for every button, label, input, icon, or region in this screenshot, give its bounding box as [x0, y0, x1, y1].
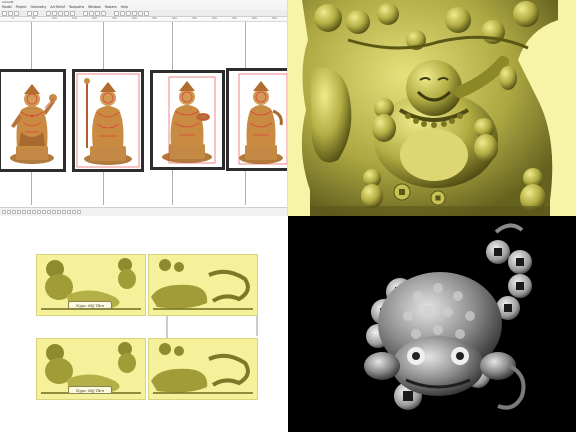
layer-icon[interactable]: [77, 210, 81, 214]
menu-item-model[interactable]: Model: [2, 5, 12, 10]
tool-icon[interactable]: [138, 10, 143, 16]
ruler-label: 450: [192, 16, 197, 20]
layer-icon[interactable]: [2, 210, 6, 214]
ruler-label: 550: [232, 16, 237, 20]
rotate-icon[interactable]: [64, 10, 69, 16]
ruler-label: 500: [212, 16, 217, 20]
tool-icon[interactable]: [144, 10, 149, 16]
layer-icon[interactable]: [37, 210, 41, 214]
ruler-label: 650: [272, 16, 277, 20]
new-file-icon[interactable]: [2, 10, 7, 16]
buddha-relief-render: [288, 0, 576, 216]
design-canvas[interactable]: [0, 22, 287, 205]
statue-image[interactable]: [0, 69, 66, 172]
ruler-label: 150: [72, 16, 77, 20]
boat-scene-relief: [149, 255, 257, 315]
layer-icon[interactable]: [52, 210, 56, 214]
ruler-label: 0: [12, 16, 14, 20]
boat-scene-relief: [149, 339, 257, 399]
bottom-toolbar: [0, 207, 287, 216]
layer-icon[interactable]: [12, 210, 16, 214]
ruler-label: 200: [92, 16, 97, 20]
menu-item-art-relief[interactable]: Art Relief: [50, 5, 65, 10]
ruler-label: 100: [52, 16, 57, 20]
statue-image[interactable]: [150, 70, 225, 170]
ruler-label: 50: [32, 16, 36, 20]
cad-window: ArtCAM Model Project Geometry Art Relief…: [0, 0, 288, 216]
ruler-label: 600: [252, 16, 257, 20]
guardian-statue-image: [229, 71, 287, 168]
guardian-statue-image: [153, 73, 222, 167]
relief-panel[interactable]: [148, 338, 258, 400]
guardian-statue-image: [75, 72, 141, 169]
layer-icon[interactable]: [67, 210, 71, 214]
layer-icon[interactable]: [22, 210, 26, 214]
menu-item-toolpaths[interactable]: Toolpaths: [69, 5, 84, 10]
tool-icon[interactable]: [120, 10, 125, 16]
zoom-icon[interactable]: [46, 10, 51, 16]
relief-panel[interactable]: [148, 254, 258, 316]
ruler-label: 350: [152, 16, 157, 20]
money-toad-greyscale: [288, 216, 576, 432]
relief-layout-sheet: Ngọc Mỹ Tâm Ngọc Mỹ Tâm: [0, 216, 288, 432]
select-icon[interactable]: [52, 10, 57, 16]
statue-image[interactable]: [226, 68, 287, 171]
layer-icon[interactable]: [72, 210, 76, 214]
tool-icon[interactable]: [114, 10, 119, 16]
layer-icon[interactable]: [47, 210, 51, 214]
layer-icon[interactable]: [7, 210, 11, 214]
open-icon[interactable]: [8, 10, 13, 16]
ruler-label: 300: [132, 16, 137, 20]
layer-icon[interactable]: [32, 210, 36, 214]
redo-icon[interactable]: [33, 10, 38, 16]
tool-icon[interactable]: [126, 10, 131, 16]
ruler-label: 250: [112, 16, 117, 20]
guardian-statue-image: [1, 72, 63, 169]
tool-icon[interactable]: [132, 10, 137, 16]
collage: ArtCAM Model Project Geometry Art Relief…: [0, 0, 576, 432]
tool-icon[interactable]: [101, 10, 106, 16]
layer-icon[interactable]: [57, 210, 61, 214]
layer-icon[interactable]: [27, 210, 31, 214]
layer-icon[interactable]: [42, 210, 46, 214]
laughing-buddha-relief: [288, 0, 576, 216]
layer-icon[interactable]: [62, 210, 66, 214]
menu-item-window[interactable]: Window: [88, 5, 101, 10]
scale-icon[interactable]: [70, 10, 75, 16]
signature-plaque: Ngọc Mỹ Tâm: [68, 301, 112, 309]
ruler-label: 400: [172, 16, 177, 20]
statue-image[interactable]: [72, 69, 144, 172]
tool-icon[interactable]: [83, 10, 88, 16]
tool-icon[interactable]: [95, 10, 100, 16]
move-icon[interactable]: [58, 10, 63, 16]
main-toolbar: [0, 10, 287, 17]
save-icon[interactable]: [14, 10, 19, 16]
layer-icon[interactable]: [17, 210, 21, 214]
money-toad-depthmap: [288, 216, 576, 432]
menu-item-project[interactable]: Project: [16, 5, 27, 10]
tool-icon[interactable]: [89, 10, 94, 16]
menu-item-geometry[interactable]: Geometry: [30, 5, 46, 10]
signature-plaque: Ngọc Mỹ Tâm: [68, 386, 112, 394]
undo-icon[interactable]: [27, 10, 32, 16]
menu-item-rasters[interactable]: Rasters: [105, 5, 117, 10]
menu-item-help[interactable]: Help: [121, 5, 128, 10]
